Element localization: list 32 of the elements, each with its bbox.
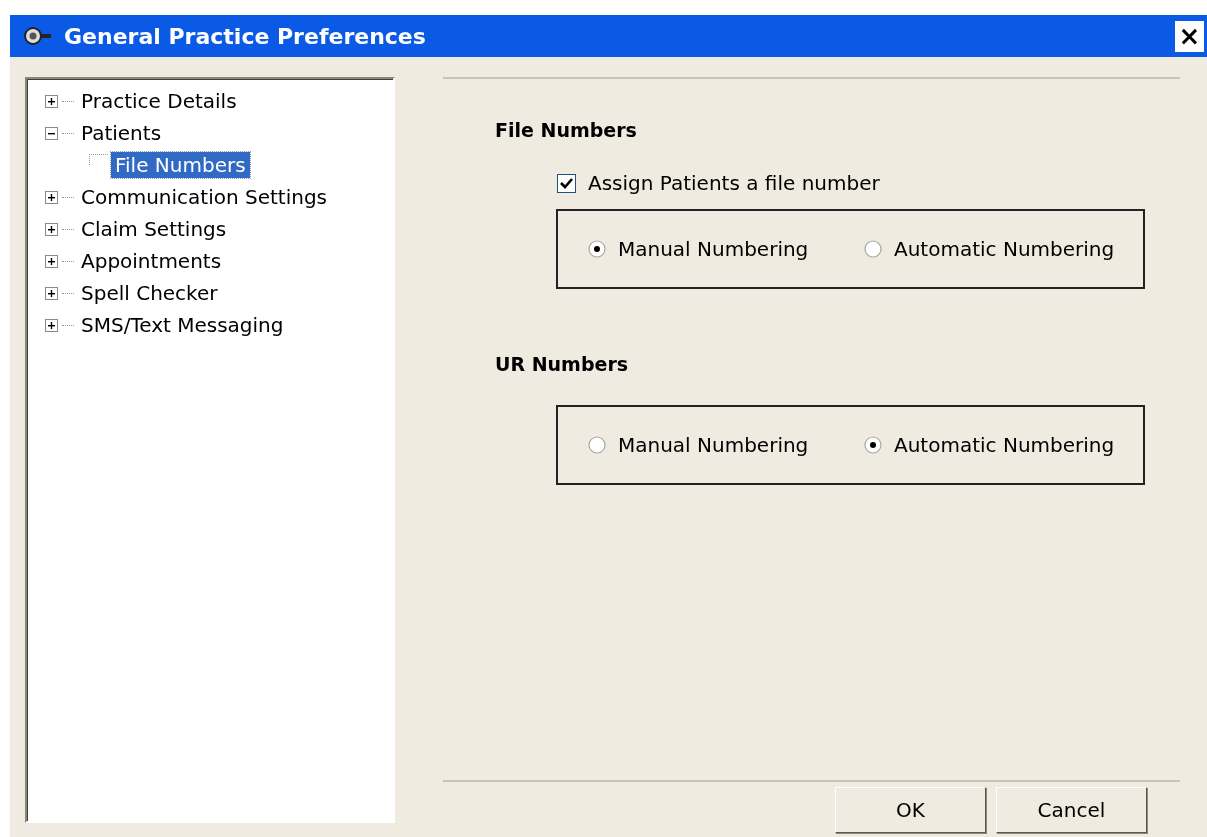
expand-icon[interactable]	[45, 286, 58, 300]
radio-label: Automatic Numbering	[894, 237, 1115, 261]
radio-label: Manual Numbering	[618, 237, 809, 261]
radio-button[interactable]	[864, 436, 882, 454]
expand-icon[interactable]	[45, 222, 58, 236]
gear-icon	[24, 27, 52, 45]
window-title: General Practice Preferences	[64, 23, 427, 49]
ok-button[interactable]: OK	[835, 787, 986, 833]
radio-button[interactable]	[588, 436, 606, 454]
tree-item[interactable]: Communication Settings	[77, 184, 332, 210]
tree-item[interactable]: Spell Checker	[77, 280, 222, 306]
checkbox[interactable]	[557, 173, 576, 193]
radio-button[interactable]	[864, 240, 882, 258]
tree-item[interactable]: Patients	[77, 120, 166, 146]
close-button[interactable]: ×	[1175, 20, 1204, 52]
checkbox-label: Assign Patients a file number	[588, 171, 880, 195]
tree-item[interactable]: File Numbers	[111, 152, 250, 178]
tree-item[interactable]: Claim Settings	[77, 216, 231, 242]
cancel-button[interactable]: Cancel	[996, 787, 1147, 833]
tree-item[interactable]: SMS/Text Messaging	[77, 312, 288, 338]
expand-icon[interactable]	[45, 94, 58, 108]
radio-button[interactable]	[588, 240, 606, 258]
section-heading: UR Numbers	[495, 353, 630, 375]
expand-icon[interactable]	[45, 254, 58, 268]
tree-item[interactable]: Appointments	[77, 248, 226, 274]
radio-label: Automatic Numbering	[894, 433, 1115, 457]
collapse-icon[interactable]	[45, 126, 58, 140]
expand-icon[interactable]	[45, 318, 58, 332]
tree-item[interactable]: Practice Details	[77, 88, 241, 114]
section-heading: File Numbers	[495, 119, 638, 141]
expand-icon[interactable]	[45, 190, 58, 204]
radio-label: Manual Numbering	[618, 433, 809, 457]
